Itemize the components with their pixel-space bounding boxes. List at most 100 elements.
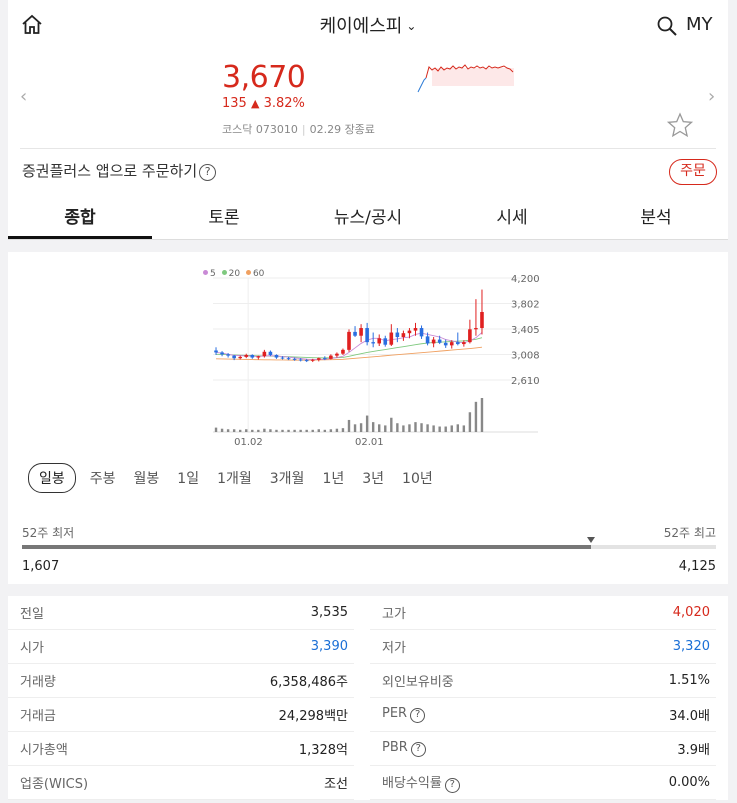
stat-row: 거래금 24,298백만 <box>8 698 354 732</box>
ma60-dot <box>245 270 251 275</box>
volume-bar <box>287 429 290 432</box>
favorite-star-icon[interactable] <box>666 112 694 138</box>
current-price: 3,670 <box>222 60 306 95</box>
low-52-value: 1,607 <box>22 559 60 574</box>
period-10y[interactable]: 10년 <box>402 468 433 488</box>
stats-card: 전일 3,535 시가 3,390 거래량 6,358,486주 거래금 24,298백만 시가… <box>8 596 728 800</box>
tab-bar: 종합 토론 뉴스/공시 시세 분석 <box>8 196 728 240</box>
search-icon[interactable] <box>656 15 678 37</box>
candle-body <box>425 336 430 344</box>
volume-bar <box>450 425 453 432</box>
candlestick-chart[interactable]: 4,200 3,802 3,405 3,008 2,610 01.02 02.01 <box>203 268 543 454</box>
my-link[interactable]: MY <box>686 14 713 35</box>
tab-analysis[interactable]: 분석 <box>584 196 728 239</box>
stat-label-text: 업종(WICS) <box>20 777 89 792</box>
chevron-down-icon: ⌄ <box>406 19 417 33</box>
stat-value: 1.51% <box>668 673 710 688</box>
volume-bar <box>396 423 399 432</box>
order-button[interactable]: 주문 <box>669 159 717 185</box>
low-52-label: 52주 최저 <box>22 526 75 540</box>
volume-bar <box>251 429 254 432</box>
order-promo[interactable]: 증권플러스 앱으로 주문하기? <box>22 160 217 181</box>
stat-value: 3,390 <box>310 639 348 654</box>
candle-body <box>468 329 472 343</box>
stat-row: 시가총액 1,328억 <box>8 732 354 766</box>
candle-body <box>310 359 315 361</box>
stat-value: 0.00% <box>668 775 710 790</box>
candle-body <box>292 358 297 360</box>
period-daily[interactable]: 일봉 <box>28 463 76 493</box>
stat-value: 조선 <box>324 777 348 792</box>
period-3m[interactable]: 3개월 <box>270 468 305 488</box>
change-amount: 135 <box>222 96 247 111</box>
candle-body <box>256 356 261 358</box>
range-52-week: 52주 최저 52주 최고 1,607 4,125 <box>22 524 716 574</box>
volume-bar <box>438 426 441 432</box>
volume-bar <box>335 428 339 432</box>
y-tick-label: 4,200 <box>511 274 540 285</box>
stock-summary-card: 케이에스피 ⌄ MY ‹ › 3,670 135 ▲ 3.82% 코스닥 0730… <box>8 0 728 240</box>
candle-body <box>389 332 394 345</box>
period-weekly[interactable]: 주봉 <box>90 468 116 488</box>
stock-title-selector[interactable]: 케이에스피 ⌄ <box>8 12 728 38</box>
period-monthly[interactable]: 월봉 <box>134 468 160 488</box>
help-icon[interactable]: ? <box>410 708 426 723</box>
next-arrow-icon[interactable]: › <box>708 86 715 107</box>
ma-legend: 5 20 60 <box>203 269 264 279</box>
period-3y[interactable]: 3년 <box>362 468 384 488</box>
date-status: 02.29 장종료 <box>309 123 375 136</box>
prev-arrow-icon[interactable]: ‹ <box>20 86 27 107</box>
candle-body <box>480 312 484 329</box>
stat-row: 전일 3,535 <box>8 596 354 630</box>
stat-row: PBR? 3.9배 <box>370 732 716 766</box>
stat-label-text: 시가총액 <box>20 743 68 758</box>
volume-bar <box>257 429 260 432</box>
period-1y[interactable]: 1년 <box>322 468 344 488</box>
stat-label-text: PBR <box>382 740 408 755</box>
tab-quotes[interactable]: 시세 <box>440 196 584 239</box>
range-fill <box>22 545 592 549</box>
tab-discussion[interactable]: 토론 <box>152 196 296 239</box>
stat-label: 저가 <box>382 637 406 656</box>
stat-label: 업종(WICS) <box>20 773 88 792</box>
y-tick-label: 3,008 <box>511 351 540 362</box>
stat-label-text: 고가 <box>382 607 406 622</box>
candle-body <box>226 354 230 356</box>
period-1d[interactable]: 1일 <box>177 468 199 488</box>
candle-body <box>274 354 279 358</box>
tab-news[interactable]: 뉴스/공시 <box>296 196 440 239</box>
volume-bar <box>402 425 405 432</box>
tab-summary[interactable]: 종합 <box>8 196 152 239</box>
market-meta: 코스닥 073010 | 02.29 장종료 <box>222 123 375 136</box>
candle-body <box>347 331 351 350</box>
volume-bar <box>468 412 472 432</box>
help-icon[interactable]: ? <box>444 778 460 793</box>
volume-bar <box>293 429 296 432</box>
stat-value: 6,358,486주 <box>269 675 348 690</box>
stat-label-text: 거래금 <box>20 709 56 724</box>
stock-title: 케이에스피 <box>319 16 403 37</box>
volume-bar <box>480 398 484 432</box>
candle-body <box>304 360 309 362</box>
volume-bar <box>474 401 478 432</box>
stat-value: 4,020 <box>672 605 710 620</box>
stat-label: 거래금 <box>20 705 56 724</box>
legend-ma5: 5 <box>210 269 216 279</box>
volume-bar <box>371 422 375 432</box>
volume-bar <box>359 423 363 432</box>
stat-value: 3.9배 <box>677 743 710 758</box>
candle-body <box>419 328 424 337</box>
stat-row: 저가 3,320 <box>370 630 716 664</box>
help-icon[interactable]: ? <box>199 164 217 181</box>
volume-bar <box>365 415 369 432</box>
ma5-dot <box>203 270 208 275</box>
high-52-value: 4,125 <box>678 559 716 574</box>
help-icon[interactable]: ? <box>410 742 426 757</box>
volume-bar <box>299 429 302 432</box>
candle-body <box>341 349 345 354</box>
stat-label: 시가 <box>20 637 44 656</box>
candle-body <box>413 328 418 331</box>
period-1m[interactable]: 1개월 <box>217 468 252 488</box>
volume-bar <box>341 428 345 432</box>
stat-label: 시가총액 <box>20 739 68 758</box>
